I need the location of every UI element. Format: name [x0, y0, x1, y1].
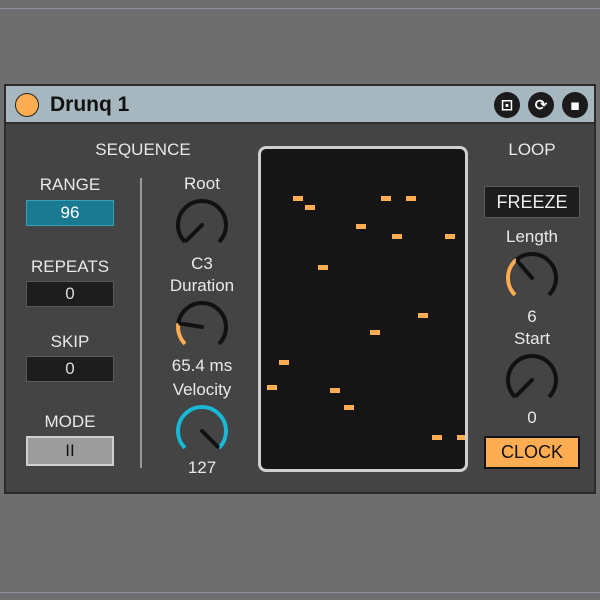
note-marker	[305, 205, 315, 210]
note-marker	[370, 330, 380, 335]
velocity-knob[interactable]	[173, 402, 231, 460]
frame-top-line	[0, 8, 600, 9]
freeze-button[interactable]: FREEZE	[484, 186, 580, 218]
device-power-button[interactable]	[15, 93, 39, 117]
start-label: Start	[514, 329, 550, 348]
velocity-value: 127	[187, 458, 217, 477]
note-marker	[279, 360, 289, 365]
note-marker	[330, 388, 340, 393]
range-label: RANGE	[39, 175, 101, 194]
root-value: C3	[191, 254, 213, 273]
repeats-label: REPEATS	[30, 257, 110, 276]
root-knob[interactable]	[173, 196, 231, 254]
clock-button[interactable]: CLOCK	[484, 436, 580, 469]
note-marker	[344, 405, 354, 410]
mode-label: MODE	[44, 412, 96, 431]
start-value: 0	[527, 408, 537, 427]
note-display	[258, 146, 468, 472]
save-icon[interactable]: ▪	[562, 92, 588, 118]
sequence-header: SEQUENCE	[95, 140, 191, 159]
device-titlebar: Drunq 1 ⊡ ⟳ ▪	[6, 86, 594, 124]
duration-label: Duration	[169, 276, 235, 295]
reload-icon[interactable]: ⟳	[528, 92, 554, 118]
duration-value: 65.4 ms	[171, 356, 233, 375]
note-marker	[432, 435, 442, 440]
repeats-field[interactable]: 0	[26, 281, 114, 307]
note-marker	[445, 234, 455, 239]
skip-field[interactable]: 0	[26, 356, 114, 382]
note-marker	[293, 196, 303, 201]
note-marker	[356, 224, 366, 229]
velocity-label: Velocity	[172, 380, 232, 399]
root-label: Root	[184, 174, 220, 193]
length-value: 6	[527, 307, 537, 326]
skip-label: SKIP	[50, 332, 90, 351]
length-label: Length	[506, 227, 558, 246]
note-marker	[381, 196, 391, 201]
frame-bottom-line	[0, 592, 600, 593]
note-marker	[267, 385, 277, 390]
length-knob[interactable]	[503, 249, 561, 307]
start-knob[interactable]	[503, 351, 561, 409]
range-field[interactable]: 96	[26, 200, 114, 226]
mode-button[interactable]: II	[26, 436, 114, 466]
device-title: Drunq 1	[50, 93, 130, 116]
loop-header: LOOP	[508, 140, 556, 159]
note-marker	[406, 196, 416, 201]
sequence-divider	[140, 178, 142, 468]
note-marker	[457, 435, 465, 440]
note-marker	[418, 313, 428, 318]
device-mode-icon[interactable]: ⊡	[494, 92, 520, 118]
note-marker	[392, 234, 402, 239]
note-marker	[318, 265, 328, 270]
duration-knob[interactable]	[173, 298, 231, 356]
device-panel: Drunq 1 ⊡ ⟳ ▪ SEQUENCE RANGE 96 REPEATS …	[4, 84, 596, 494]
